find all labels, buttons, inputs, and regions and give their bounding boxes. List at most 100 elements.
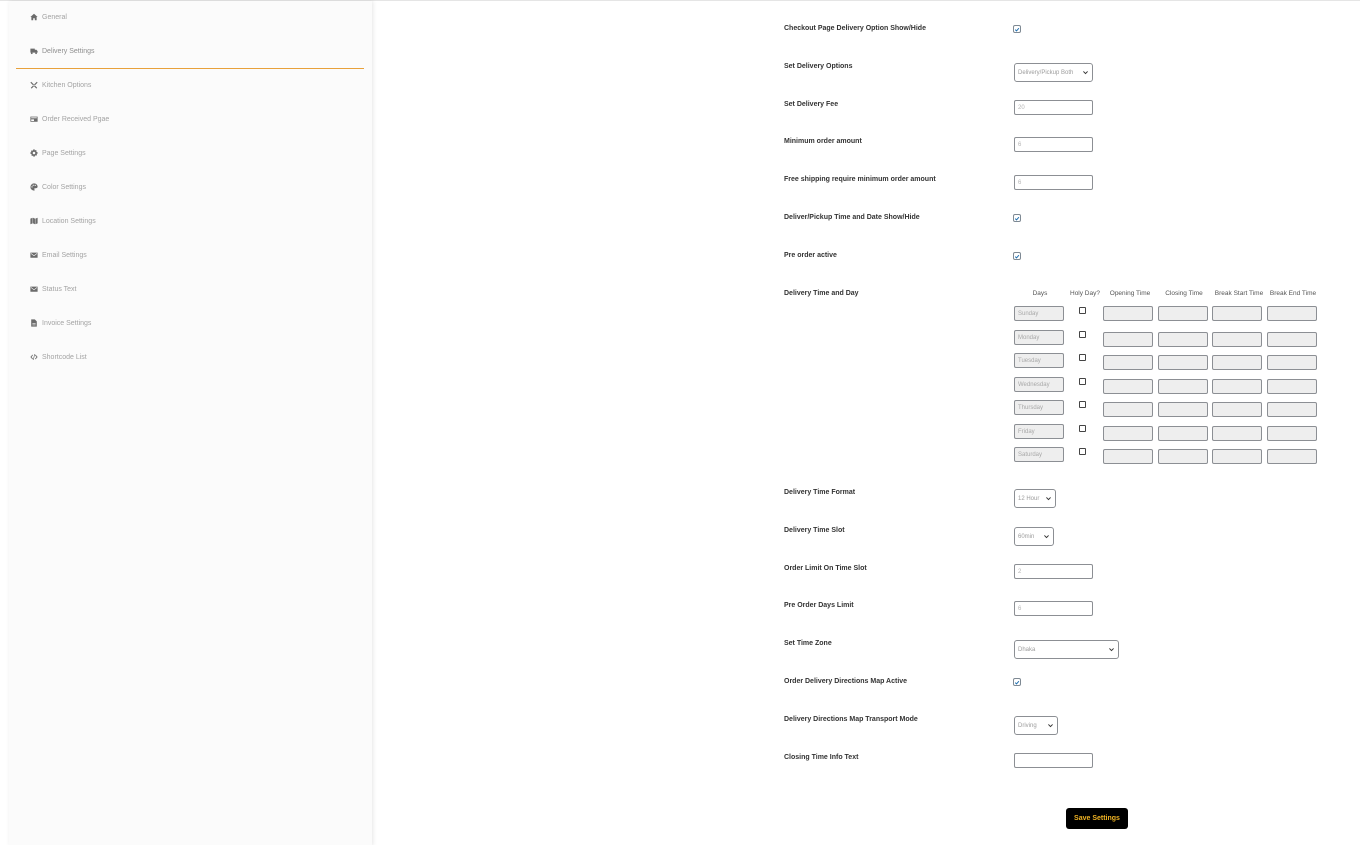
map-icon <box>29 217 38 226</box>
opening-time-input[interactable] <box>1103 449 1153 464</box>
holy-day-checkbox[interactable] <box>1079 448 1086 455</box>
time-slot-value: 60min <box>1018 533 1035 540</box>
break-end-input[interactable] <box>1267 332 1317 347</box>
sidebar-item-order-received-page[interactable]: Order Received Pgae <box>29 111 109 127</box>
closing-time-input[interactable] <box>1158 332 1208 347</box>
day-name-input: Thursday <box>1014 400 1064 415</box>
palette-icon <box>29 183 38 192</box>
save-settings-button[interactable]: Save Settings <box>1066 808 1128 829</box>
sidebar-item-color-settings[interactable]: Color Settings <box>29 179 86 195</box>
time-zone-select[interactable]: Dhaka <box>1014 640 1119 659</box>
day-name-input: Tuesday <box>1014 353 1064 368</box>
break-end-input[interactable] <box>1267 355 1317 370</box>
sidebar-item-label: Page Settings <box>42 149 86 157</box>
sidebar-item-kitchen-options[interactable]: Kitchen Options <box>29 77 91 93</box>
time-format-select[interactable]: 12 Hour <box>1014 489 1056 508</box>
holy-day-checkbox[interactable] <box>1079 425 1086 432</box>
order-limit-input[interactable]: 2 <box>1014 564 1093 579</box>
delivery-options-label: Set Delivery Options <box>784 63 853 70</box>
break-end-input[interactable] <box>1267 379 1317 394</box>
break-start-input[interactable] <box>1212 402 1262 417</box>
time-date-show-label: Deliver/Pickup Time and Date Show/Hide <box>784 214 920 221</box>
checkout-delivery-label: Checkout Page Delivery Option Show/Hide <box>784 25 926 32</box>
closing-time-input[interactable] <box>1158 306 1208 321</box>
time-zone-label: Set Time Zone <box>784 640 832 647</box>
map-active-label: Order Delivery Directions Map Active <box>784 678 908 685</box>
break-start-input[interactable] <box>1212 355 1262 370</box>
min-order-label: Minimum order amount <box>784 138 862 145</box>
closing-info-input[interactable] <box>1014 753 1093 768</box>
opening-time-input[interactable] <box>1103 355 1153 370</box>
opening-time-input[interactable] <box>1103 426 1153 441</box>
closing-time-input[interactable] <box>1158 379 1208 394</box>
time-zone-value: Dhaka <box>1018 646 1036 653</box>
sidebar-item-shortcode-list[interactable]: Shortcode List <box>29 349 87 365</box>
break-end-input[interactable] <box>1267 449 1317 464</box>
free-shipping-label: Free shipping require minimum order amou… <box>784 176 936 183</box>
day-name-input: Sunday <box>1014 306 1064 321</box>
closing-time-input[interactable] <box>1158 426 1208 441</box>
pre-order-checkbox[interactable] <box>1013 252 1021 260</box>
envelope-icon <box>29 251 38 260</box>
map-active-checkbox[interactable] <box>1013 678 1021 686</box>
sidebar-item-general[interactable]: General <box>29 9 67 25</box>
sidebar-item-location-settings[interactable]: Location Settings <box>29 213 96 229</box>
holy-day-checkbox[interactable] <box>1079 354 1086 361</box>
break-start-input[interactable] <box>1212 332 1262 347</box>
time-format-value: 12 Hour <box>1018 495 1040 502</box>
closing-time-input[interactable] <box>1158 449 1208 464</box>
break-end-input[interactable] <box>1267 426 1317 441</box>
sidebar-item-label: Delivery Settings <box>42 47 95 55</box>
opening-time-input[interactable] <box>1103 332 1153 347</box>
holy-day-checkbox[interactable] <box>1079 331 1086 338</box>
holy-day-checkbox[interactable] <box>1079 378 1086 385</box>
order-limit-label: Order Limit On Time Slot <box>784 565 867 572</box>
active-tab-underline <box>16 68 364 69</box>
chevron-down-icon <box>1046 497 1051 501</box>
break-start-input[interactable] <box>1212 426 1262 441</box>
day-name-input: Monday <box>1014 330 1064 345</box>
days-column-header: Days <box>1032 290 1048 297</box>
holy-day-checkbox[interactable] <box>1079 401 1086 408</box>
delivery-options-select[interactable]: Delivery/Pickup Both <box>1014 63 1093 82</box>
closing-time-input[interactable] <box>1158 355 1208 370</box>
pre-order-days-input[interactable]: 6 <box>1014 601 1093 616</box>
break-start-input[interactable] <box>1212 379 1262 394</box>
free-shipping-input[interactable]: 6 <box>1014 175 1093 190</box>
break-end-input[interactable] <box>1267 402 1317 417</box>
opening-time-input[interactable] <box>1103 306 1153 321</box>
break-start-input[interactable] <box>1212 449 1262 464</box>
chevron-down-icon <box>1044 535 1049 539</box>
closing-time-input[interactable] <box>1158 402 1208 417</box>
transport-mode-select[interactable]: Driving <box>1014 716 1058 735</box>
code-icon <box>29 353 38 362</box>
sidebar-item-status-text[interactable]: Status Text <box>29 281 77 297</box>
sidebar-item-label: Email Settings <box>42 251 87 259</box>
closing-info-label: Closing Time Info Text <box>784 754 859 761</box>
holy-day-checkbox[interactable] <box>1079 307 1086 314</box>
min-order-input[interactable]: 6 <box>1014 137 1093 152</box>
break-start-column-header: Break Start Time <box>1214 290 1264 297</box>
sidebar-item-delivery-settings[interactable]: Delivery Settings <box>29 43 95 59</box>
transport-mode-label: Delivery Directions Map Transport Mode <box>784 716 918 723</box>
sidebar-item-email-settings[interactable]: Email Settings <box>29 247 87 263</box>
delivery-fee-input[interactable]: 20 <box>1014 100 1093 115</box>
break-end-input[interactable] <box>1267 306 1317 321</box>
sidebar: General Delivery Settings Kitchen Option… <box>9 1 372 845</box>
break-start-input[interactable] <box>1212 306 1262 321</box>
opening-time-column-header: Opening Time <box>1109 290 1151 297</box>
time-slot-select[interactable]: 60min <box>1014 527 1054 546</box>
sidebar-item-label: Color Settings <box>42 183 86 191</box>
opening-time-input[interactable] <box>1103 402 1153 417</box>
opening-time-input[interactable] <box>1103 379 1153 394</box>
transport-mode-value: Driving <box>1018 722 1037 729</box>
chevron-down-icon <box>1109 648 1114 652</box>
check-icon <box>1014 216 1020 221</box>
sidebar-item-invoice-settings[interactable]: Invoice Settings <box>29 315 91 331</box>
time-date-show-checkbox[interactable] <box>1013 214 1021 222</box>
sidebar-item-page-settings[interactable]: Page Settings <box>29 145 86 161</box>
time-format-label: Delivery Time Format <box>784 489 856 496</box>
sidebar-item-label: Location Settings <box>42 217 96 225</box>
sidebar-item-label: Shortcode List <box>42 353 87 361</box>
checkout-delivery-checkbox[interactable] <box>1013 25 1021 33</box>
